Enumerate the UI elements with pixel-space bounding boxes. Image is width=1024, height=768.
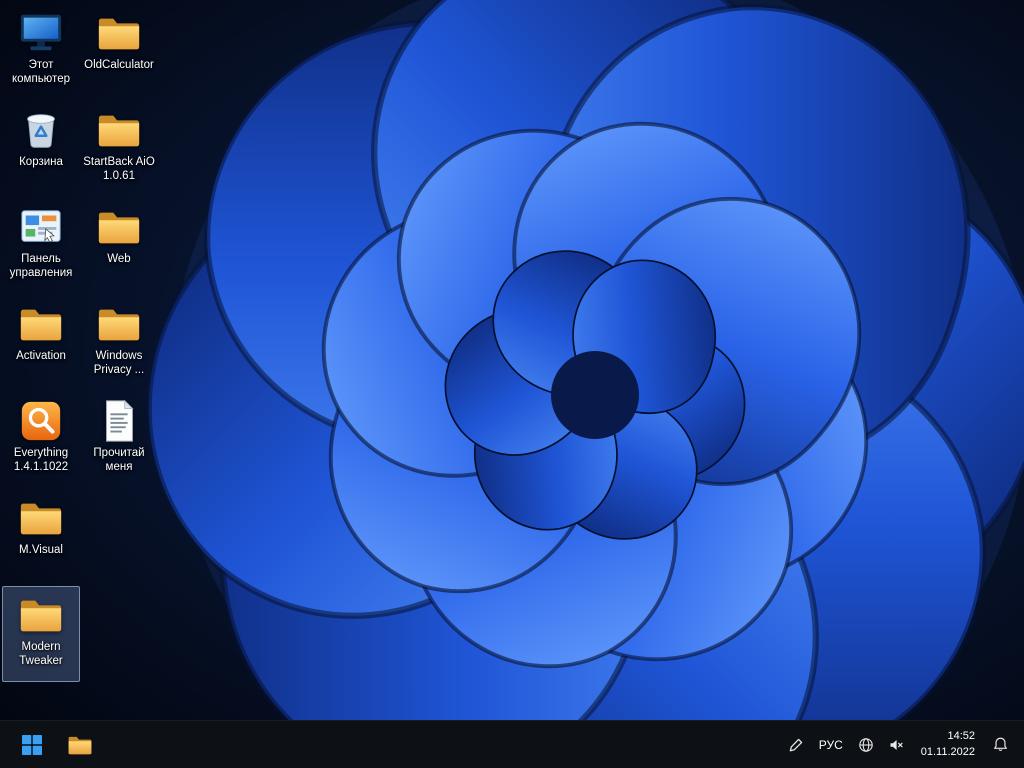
folder-icon [96, 204, 142, 250]
icon-label: Modern Tweaker [3, 640, 79, 668]
desktop-icon-control-panel[interactable]: Панель управления [2, 198, 80, 294]
file-explorer-icon [67, 732, 93, 758]
icon-label: Прочитай меня [81, 446, 157, 474]
desktop-icon-startback[interactable]: StartBack AiO 1.0.61 [80, 101, 158, 197]
recycle-bin-icon [18, 107, 64, 153]
folder-icon [96, 107, 142, 153]
desktop-icon-readme[interactable]: Прочитай меня [80, 392, 158, 488]
icon-label: Activation [16, 349, 66, 363]
pen-icon [788, 737, 804, 753]
icon-label: M.Visual [19, 543, 63, 557]
icon-label: Windows Privacy ... [81, 349, 157, 377]
folder-icon [18, 301, 64, 347]
language-indicator[interactable]: РУС [812, 738, 850, 752]
notification-center-button[interactable] [986, 729, 1014, 761]
icon-label: Панель управления [3, 252, 79, 280]
icon-label: StartBack AiO 1.0.61 [81, 155, 157, 183]
icon-label: Web [107, 252, 130, 266]
desktop-icon-mvisual[interactable]: M.Visual [2, 489, 80, 585]
desktop-icon-web[interactable]: Web [80, 198, 158, 294]
clock-date: 01.11.2022 [921, 745, 975, 760]
taskbar: РУС 14:52 01.11.2022 [0, 720, 1024, 768]
volume-button[interactable] [882, 729, 910, 761]
desktop-icon-everything[interactable]: Everything 1.4.1.1022 [2, 392, 80, 488]
folder-icon [96, 10, 142, 56]
desktop-icon-activation[interactable]: Activation [2, 295, 80, 391]
this-pc-icon [18, 10, 64, 56]
taskbar-clock[interactable]: 14:52 01.11.2022 [912, 729, 984, 760]
desktop: Этот компьютер Корзина Панель управления… [0, 0, 1024, 720]
desktop-icon-this-pc[interactable]: Этот компьютер [2, 4, 80, 100]
windows-logo-icon [20, 733, 44, 757]
volume-muted-icon [888, 737, 904, 753]
notification-bell-icon [992, 736, 1009, 753]
pen-input-button[interactable] [782, 729, 810, 761]
folder-icon [18, 592, 64, 638]
system-tray: РУС 14:52 01.11.2022 [782, 729, 1024, 761]
desktop-icon-recycle-bin[interactable]: Корзина [2, 101, 80, 197]
file-explorer-button[interactable] [60, 725, 100, 765]
icon-label: Этот компьютер [3, 58, 79, 86]
clock-time: 14:52 [921, 729, 975, 744]
folder-icon [18, 495, 64, 541]
desktop-icon-oldcalculator[interactable]: OldCalculator [80, 4, 158, 100]
icon-label: Everything 1.4.1.1022 [3, 446, 79, 474]
desktop-icon-modern-tweaker[interactable]: Modern Tweaker [2, 586, 80, 682]
folder-icon [96, 301, 142, 347]
everything-app-icon [18, 398, 64, 444]
taskbar-left [0, 725, 100, 765]
icon-label: OldCalculator [84, 58, 154, 72]
desktop-icon-windows-privacy[interactable]: Windows Privacy ... [80, 295, 158, 391]
desktop-icon-grid: Этот компьютер Корзина Панель управления… [2, 4, 158, 683]
icon-label: Корзина [19, 155, 63, 169]
start-button[interactable] [12, 725, 52, 765]
network-button[interactable] [852, 729, 880, 761]
network-globe-icon [858, 737, 874, 753]
text-file-icon [96, 398, 142, 444]
control-panel-icon [18, 204, 64, 250]
